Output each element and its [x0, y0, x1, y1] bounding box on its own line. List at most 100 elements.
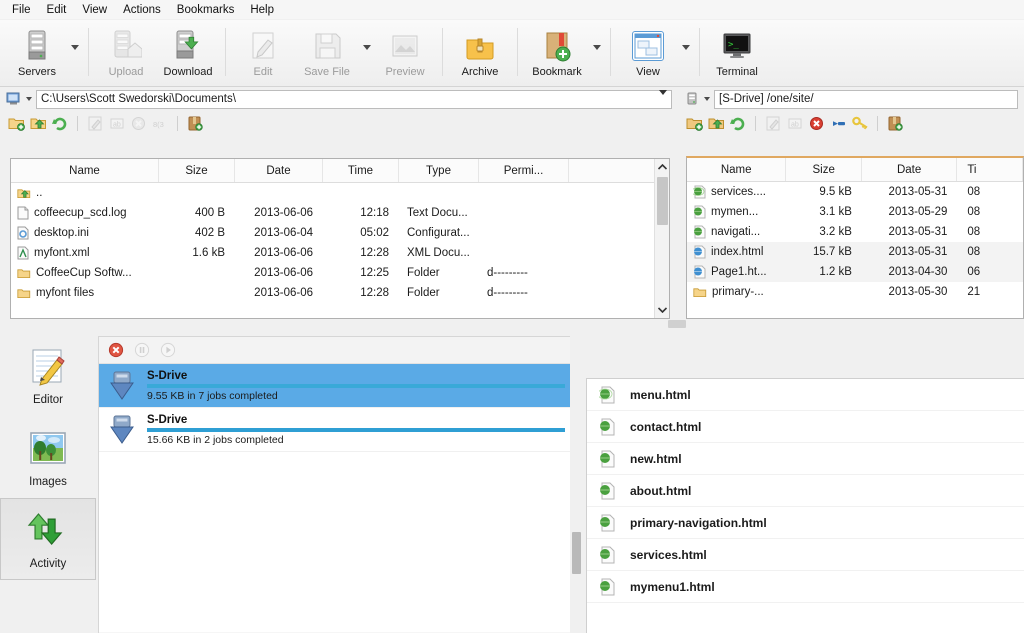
scroll-up-icon[interactable]	[655, 159, 670, 175]
scrollbar-thumb[interactable]	[572, 532, 581, 574]
toolbar-button-save-file[interactable]: Save File	[294, 24, 360, 78]
toolbar-button-terminal[interactable]: >_ Terminal	[706, 24, 768, 78]
servers-dropdown-arrow[interactable]	[68, 24, 82, 70]
edit-file-icon[interactable]	[764, 115, 781, 132]
view-dropdown-arrow[interactable]	[679, 24, 693, 70]
column-header-size[interactable]: Size	[159, 159, 235, 182]
permissions-key-icon[interactable]	[852, 115, 869, 132]
sidebar-item-activity[interactable]: Activity	[0, 498, 96, 580]
table-row[interactable]: ..	[11, 183, 669, 203]
new-folder-icon[interactable]	[8, 115, 25, 132]
table-row[interactable]: services.... 9.5 kB 2013-05-31 08	[687, 182, 1023, 202]
column-header-time[interactable]: Time	[323, 159, 399, 182]
sidebar-item-editor[interactable]: Editor	[0, 334, 96, 416]
parent-folder-icon[interactable]	[30, 115, 47, 132]
list-item[interactable]: about.html	[587, 475, 1024, 507]
preview-image-icon	[389, 27, 421, 65]
list-item[interactable]: mymenu1.html	[587, 571, 1024, 603]
local-pane-scrollbar[interactable]	[654, 159, 669, 318]
column-header-name[interactable]: Name	[11, 159, 159, 182]
column-header-size[interactable]: Size	[786, 158, 862, 181]
table-row[interactable]: navigati... 3.2 kB 2013-05-31 08	[687, 222, 1023, 242]
list-item[interactable]: new.html	[587, 443, 1024, 475]
scrollbar-thumb[interactable]	[656, 177, 668, 225]
menu-item-view[interactable]: View	[74, 2, 115, 18]
file-permissions	[479, 203, 569, 223]
pause-icon[interactable]	[133, 342, 150, 359]
toolbar-button-bookmark[interactable]: Bookmark	[524, 24, 590, 78]
delete-icon[interactable]	[130, 115, 147, 132]
toolbar-button-download[interactable]: Download	[157, 24, 219, 78]
edit-pencil-icon	[248, 27, 278, 65]
transfer-item[interactable]: S-Drive 9.55 KB in 7 jobs completed	[99, 364, 571, 408]
table-row[interactable]: coffeecup_scd.log 400 B 2013-06-06 12:18…	[11, 203, 669, 223]
file-size: 1.6 kB	[192, 247, 225, 259]
download-arrow-icon	[105, 369, 139, 403]
new-folder-icon[interactable]	[686, 115, 703, 132]
local-file-pane[interactable]: Name Size Date Time Type Permi... .. cof…	[10, 158, 670, 319]
toolbar-button-upload[interactable]: Upload	[95, 24, 157, 78]
transfer-item[interactable]: S-Drive 15.66 KB in 2 jobs completed	[99, 408, 571, 452]
archive-icon[interactable]	[886, 115, 903, 132]
bookmark-dropdown-arrow[interactable]	[590, 24, 604, 70]
html-file-icon	[693, 225, 706, 239]
chevron-down-icon[interactable]	[26, 97, 32, 101]
toolbar-button-servers[interactable]: Servers	[6, 24, 68, 78]
delete-icon[interactable]	[808, 115, 825, 132]
column-header-type[interactable]: Type	[399, 159, 479, 182]
local-path-dropdown-arrow[interactable]	[659, 89, 667, 107]
column-header-time[interactable]: Ti	[957, 158, 1023, 181]
table-row[interactable]: Page1.ht... 1.2 kB 2013-04-30 06	[687, 262, 1023, 282]
table-row[interactable]: desktop.ini 402 B 2013-06-04 05:02 Confi…	[11, 223, 669, 243]
rename-icon[interactable]: ab	[108, 115, 125, 132]
save-file-dropdown-arrow[interactable]	[360, 24, 374, 70]
remote-file-pane[interactable]: Name Size Date Ti services.... 9.5 kB 20…	[686, 156, 1024, 319]
toolbar-button-view[interactable]: View	[617, 24, 679, 78]
scroll-down-icon[interactable]	[655, 302, 670, 318]
table-row[interactable]: primary-... 2013-05-30 21	[687, 282, 1023, 302]
table-row[interactable]: myfont files 2013-06-06 12:28 Folder d--…	[11, 283, 669, 303]
toolbar-separator	[88, 28, 89, 76]
list-item[interactable]: menu.html	[587, 379, 1024, 411]
link-icon[interactable]	[830, 115, 847, 132]
transfer-list[interactable]: S-Drive 9.55 KB in 7 jobs completed S-Dr…	[99, 364, 571, 632]
sidebar-item-images[interactable]: Images	[0, 416, 96, 498]
menu-item-file[interactable]: File	[4, 2, 39, 18]
archive-icon[interactable]	[186, 115, 203, 132]
column-header-date[interactable]: Date	[862, 158, 958, 181]
menu-item-edit[interactable]: Edit	[39, 2, 75, 18]
scrollbar-track[interactable]	[655, 175, 670, 302]
properties-icon[interactable]: 8(3	[152, 115, 169, 132]
toolbar-button-edit[interactable]: Edit	[232, 24, 294, 78]
remote-path-input[interactable]: [S-Drive] /one/site/	[714, 89, 1018, 109]
menu-item-bookmarks[interactable]: Bookmarks	[169, 2, 243, 18]
rename-icon[interactable]: ab	[786, 115, 803, 132]
table-row[interactable]: myfont.xml 1.6 kB 2013-06-06 12:28 XML D…	[11, 243, 669, 263]
parent-folder-icon[interactable]	[708, 115, 725, 132]
local-path-input[interactable]: C:\Users\Scott Swedorski\Documents\	[36, 89, 672, 109]
svg-text:>_: >_	[728, 40, 739, 50]
list-item[interactable]: services.html	[587, 539, 1024, 571]
table-row[interactable]: index.html 15.7 kB 2013-05-31 08	[687, 242, 1023, 262]
menu-item-help[interactable]: Help	[242, 2, 282, 18]
refresh-icon[interactable]	[52, 115, 69, 132]
chevron-down-icon[interactable]	[704, 97, 710, 101]
refresh-icon[interactable]	[730, 115, 747, 132]
menu-item-actions[interactable]: Actions	[115, 2, 169, 18]
cancel-icon[interactable]	[107, 342, 124, 359]
table-row[interactable]: mymen... 3.1 kB 2013-05-29 08	[687, 202, 1023, 222]
column-header-date[interactable]: Date	[235, 159, 323, 182]
toolbar-button-archive[interactable]: Archive	[449, 24, 511, 78]
document-name: about.html	[630, 483, 692, 498]
table-row[interactable]: CoffeeCup Softw... 2013-06-06 12:25 Fold…	[11, 263, 669, 283]
document-list-panel[interactable]: menu.html contact.html new.html about.ht…	[586, 378, 1024, 633]
list-item[interactable]: contact.html	[587, 411, 1024, 443]
column-header-permissions[interactable]: Permi...	[479, 159, 569, 182]
local-pane-horizontal-scrollbar[interactable]	[668, 320, 686, 328]
toolbar-button-preview[interactable]: Preview	[374, 24, 436, 78]
edit-file-icon[interactable]	[86, 115, 103, 132]
column-header-name[interactable]: Name	[687, 158, 787, 181]
play-icon[interactable]	[159, 342, 176, 359]
panel-splitter-scrollbar[interactable]	[570, 336, 584, 633]
list-item[interactable]: primary-navigation.html	[587, 507, 1024, 539]
